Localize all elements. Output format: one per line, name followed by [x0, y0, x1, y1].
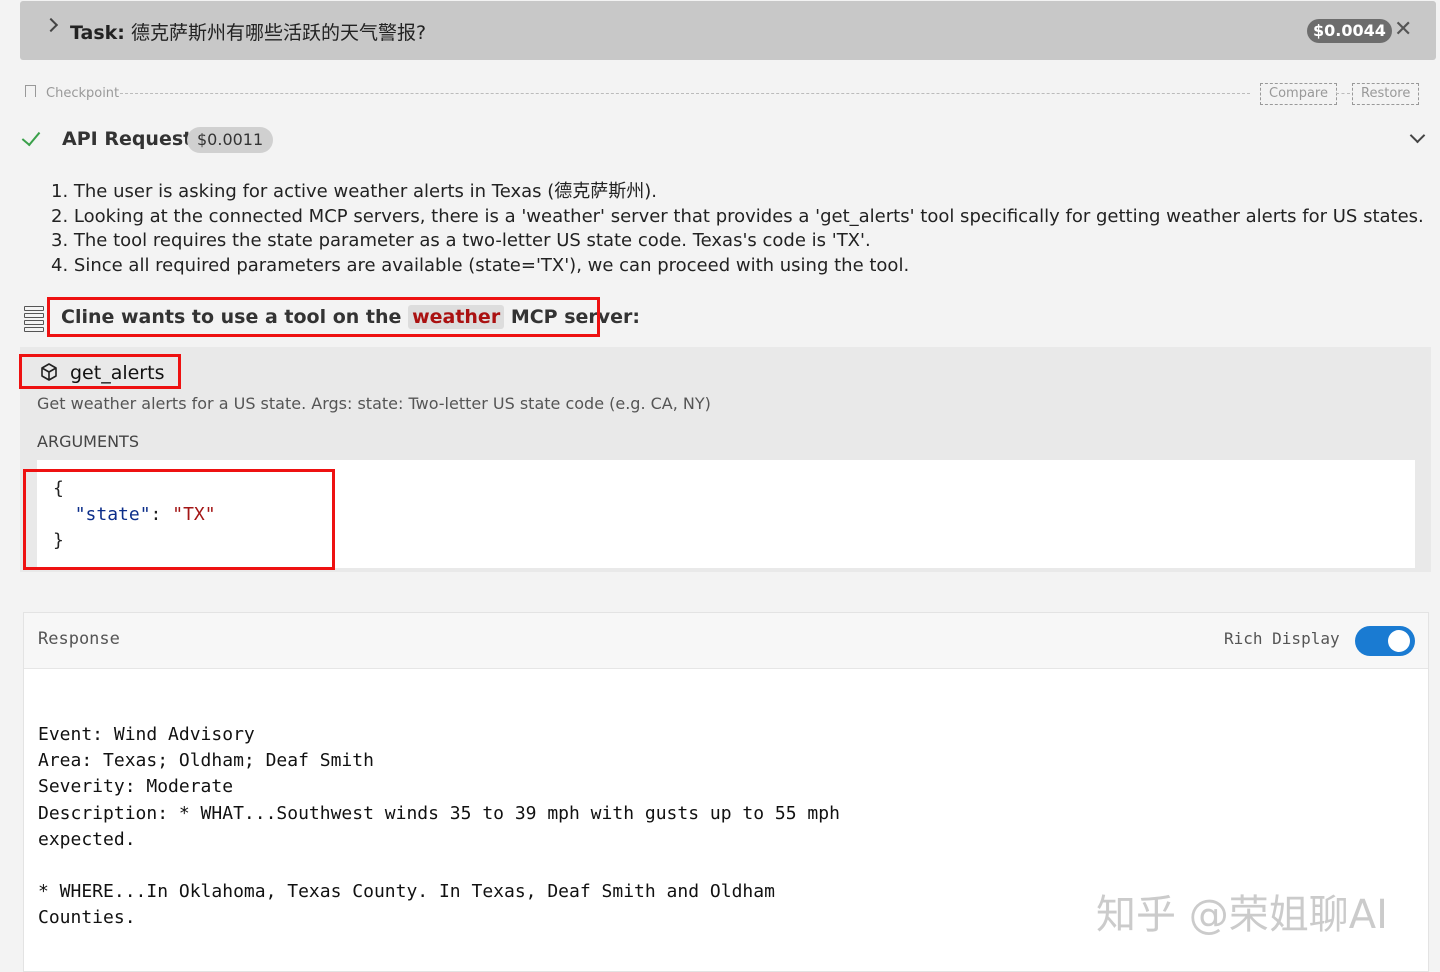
server-icon — [24, 306, 44, 332]
checkpoint-divider — [120, 93, 1250, 94]
reasoning-item: 4. Since all required parameters are ava… — [51, 254, 910, 276]
close-icon[interactable]: ✕ — [1394, 17, 1412, 43]
api-request-title[interactable]: API Request — [62, 128, 192, 150]
highlight-box-arguments — [23, 469, 335, 570]
check-icon — [21, 126, 41, 147]
bookmark-icon — [25, 85, 36, 97]
response-label: Response — [38, 629, 120, 649]
checkpoint-label: Checkpoint — [46, 86, 120, 101]
reasoning-item: 2. Looking at the connected MCP servers,… — [51, 205, 1424, 227]
api-cost-badge: $0.0011 — [187, 127, 274, 153]
highlight-box-heading — [47, 297, 600, 337]
reasoning-list: 1. The user is asking for active weather… — [51, 180, 1424, 278]
tool-description: Get weather alerts for a US state. Args:… — [37, 394, 711, 413]
rich-display-label: Rich Display — [1224, 629, 1340, 648]
chevron-down-icon[interactable] — [1409, 127, 1426, 144]
response-header[interactable] — [24, 613, 1428, 669]
arguments-label: ARGUMENTS — [37, 432, 139, 451]
checkpoint-divider-short — [1336, 93, 1350, 94]
restore-button[interactable]: Restore — [1352, 83, 1420, 105]
task-title: Task: 德克萨斯州有哪些活跃的天气警报? — [70, 22, 427, 44]
watermark: 知乎 @荣姐聊AI — [1096, 892, 1388, 938]
reasoning-item: 3. The tool requires the state parameter… — [51, 230, 871, 251]
toggle-knob[interactable] — [1388, 630, 1410, 652]
compare-button[interactable]: Compare — [1260, 83, 1337, 105]
response-text: Event: Wind Advisory Area: Texas; Oldham… — [38, 724, 840, 929]
highlight-box-tool — [19, 354, 181, 389]
reasoning-item: 1. The user is asking for active weather… — [51, 181, 657, 202]
task-cost-badge: $0.0044 — [1307, 19, 1392, 43]
